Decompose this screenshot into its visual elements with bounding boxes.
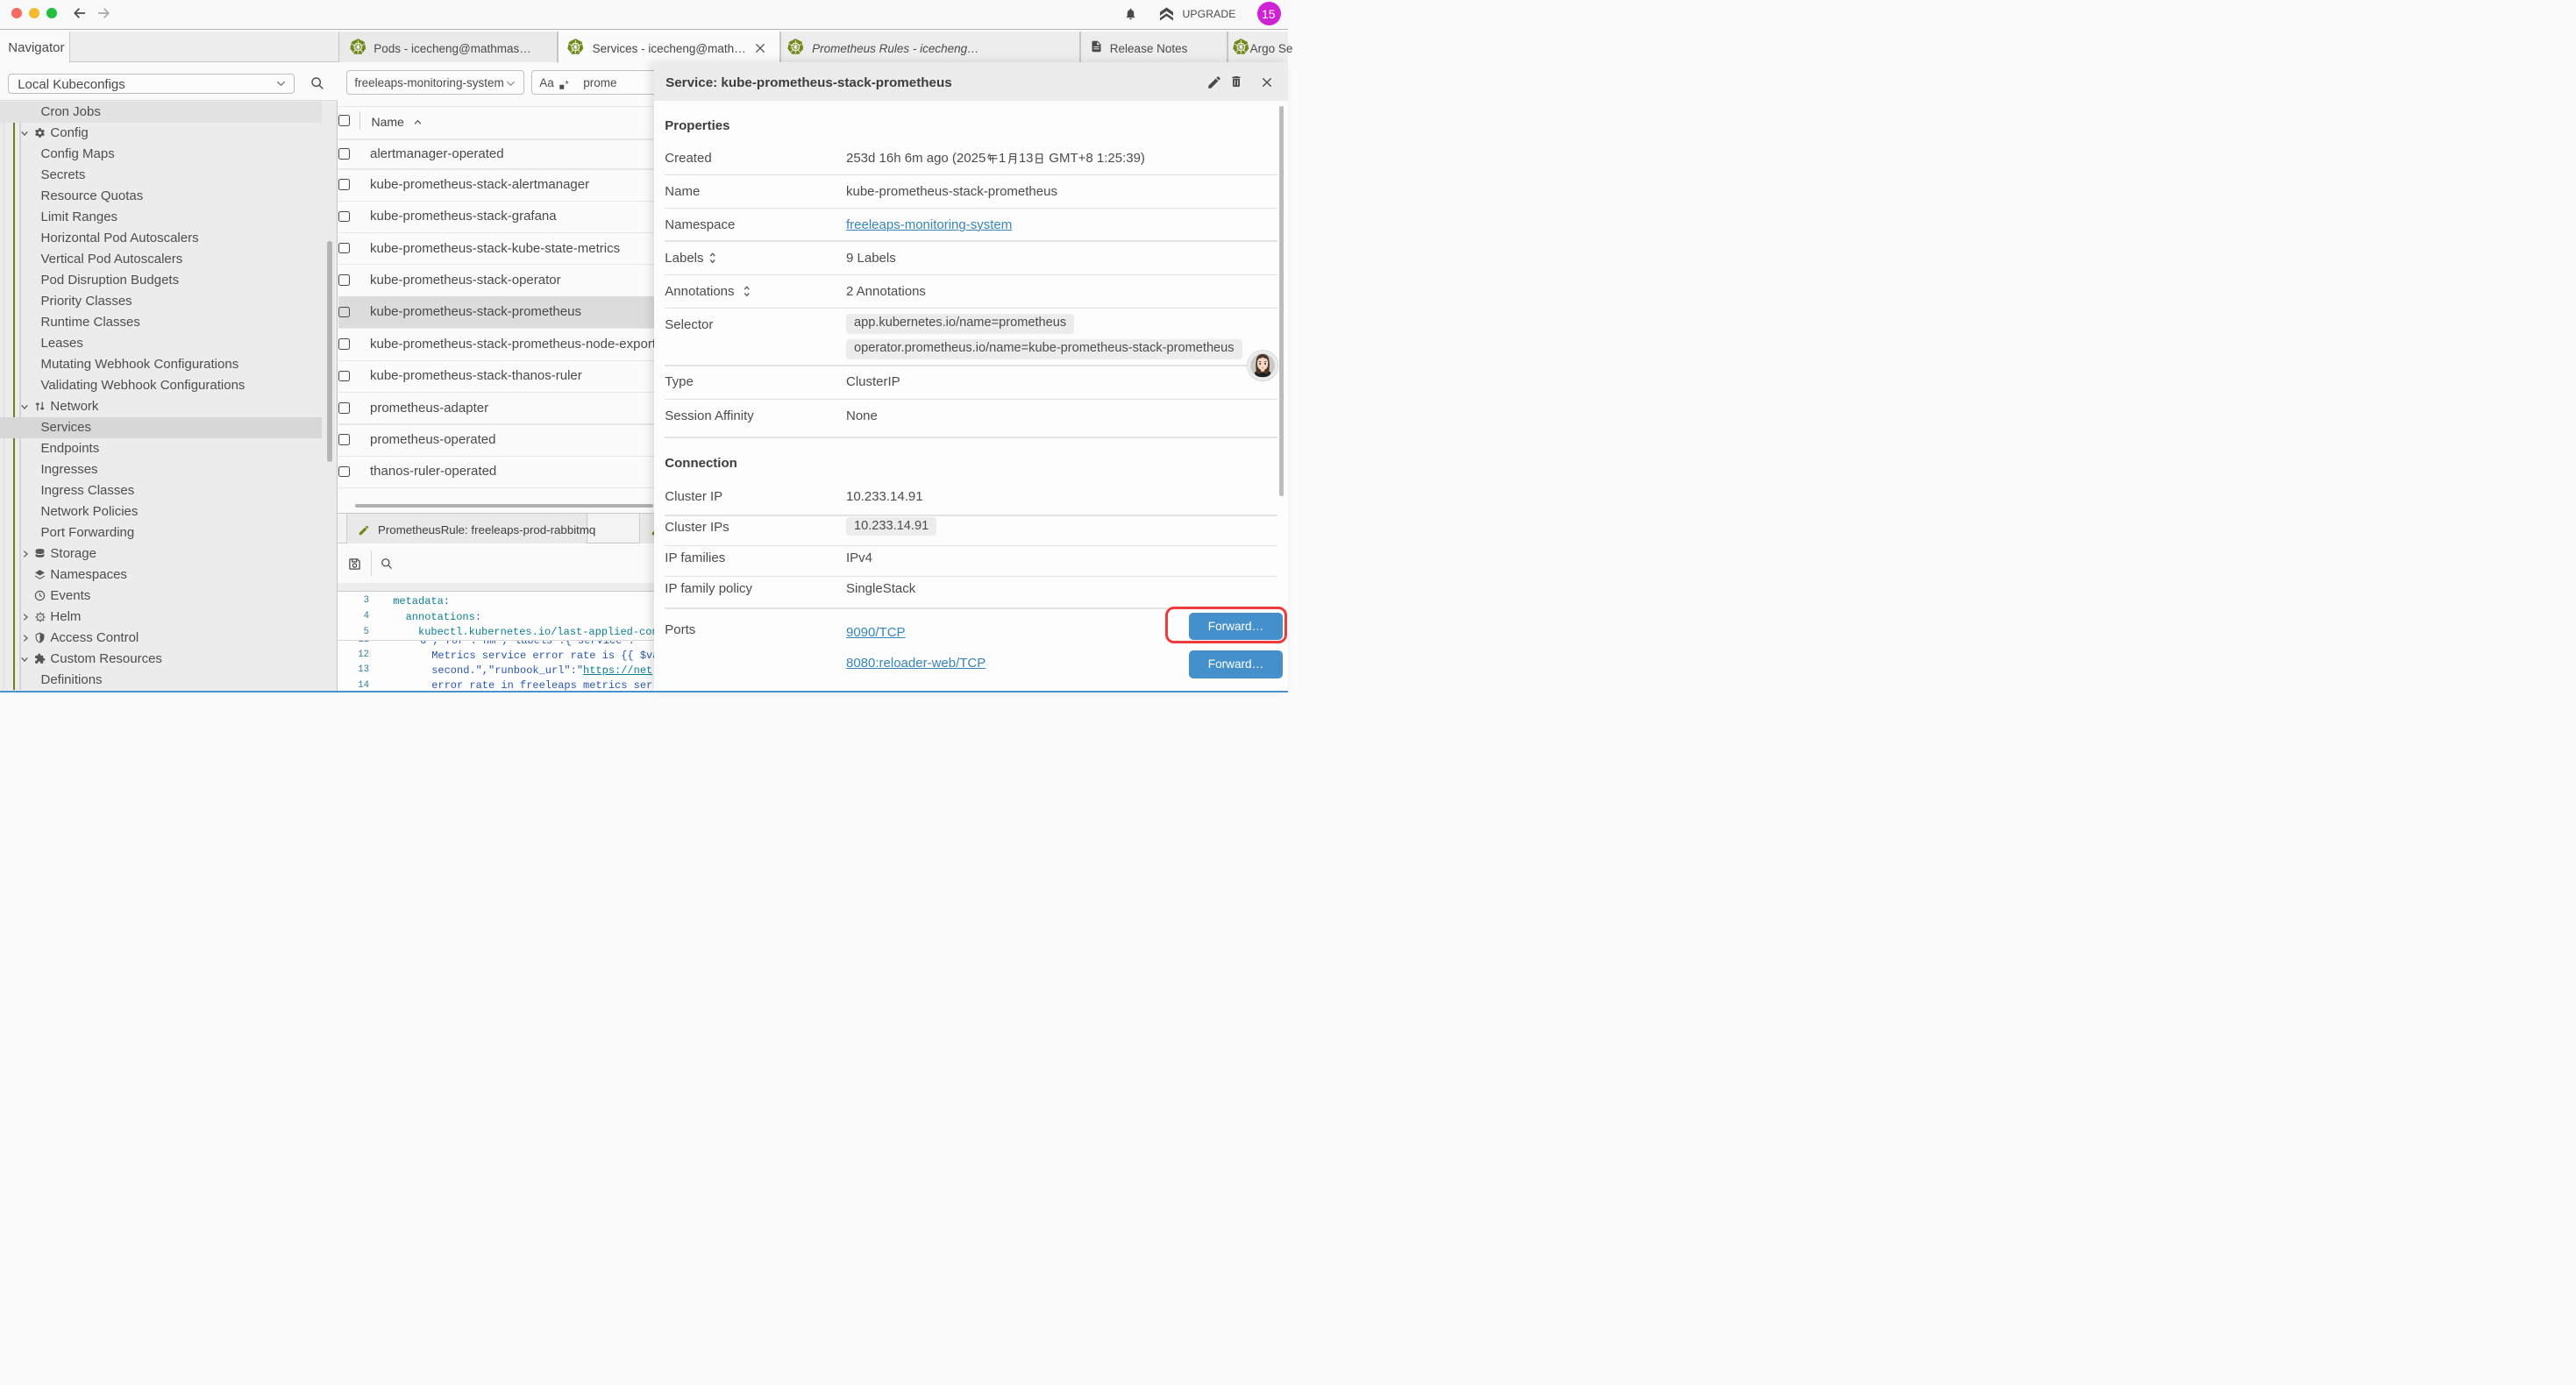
svg-text:*: * [566, 79, 569, 89]
svg-text:H: H [39, 614, 42, 619]
